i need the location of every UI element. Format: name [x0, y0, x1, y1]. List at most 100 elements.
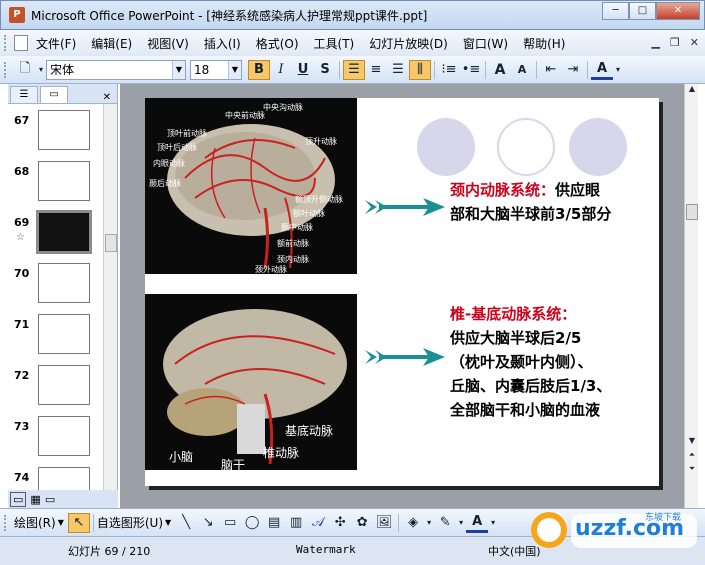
minimize-button[interactable]: ─	[602, 2, 629, 20]
normal-view-icon[interactable]: ▭	[10, 491, 27, 507]
menu-file[interactable]: 文件(F)	[36, 35, 76, 52]
clipart-icon[interactable]: ✿	[351, 513, 373, 533]
wordart-icon[interactable]: 𝒜	[307, 513, 329, 533]
toolbar-grip[interactable]	[4, 514, 8, 531]
slide-thumbnail[interactable]	[38, 416, 90, 456]
menu-edit[interactable]: 编辑(E)	[91, 35, 132, 52]
menu-view[interactable]: 视图(V)	[147, 35, 189, 52]
shrink-font-button[interactable]: A	[511, 60, 533, 80]
slide-thumbnail-row[interactable]: 67	[8, 110, 104, 158]
bold-button[interactable]: B	[248, 59, 270, 80]
brain-image-medial[interactable]: 基底动脉 小脑 椎动脉 脑干	[145, 294, 357, 470]
tab-slides[interactable]: ▭	[40, 86, 68, 103]
bullets-icon[interactable]: •≡	[460, 60, 482, 80]
chevron-down-icon[interactable]: ▾	[456, 513, 466, 533]
font-name-select[interactable]: 宋体 ▼	[46, 59, 186, 80]
main-scroll-thumb[interactable]	[686, 204, 698, 220]
document-icon[interactable]	[14, 35, 28, 51]
line-color-icon[interactable]: ✎	[434, 513, 456, 533]
toolbar-grip[interactable]	[4, 35, 8, 51]
textbox-icon[interactable]: ▤	[263, 513, 285, 533]
slide-thumbnail[interactable]	[38, 161, 90, 201]
new-document-icon[interactable]: 🗋	[14, 60, 36, 80]
line-icon[interactable]: ╲	[175, 513, 197, 533]
diagram-icon[interactable]: ✣	[329, 513, 351, 533]
underline-button[interactable]: U	[292, 60, 314, 80]
slide-thumbnail[interactable]	[38, 365, 90, 405]
align-left-icon[interactable]: ☰	[343, 59, 365, 80]
toolbar-grip[interactable]	[4, 61, 8, 78]
vertebrobasilar-text-line: （枕叶及颞叶内侧）、	[450, 353, 593, 371]
chevron-down-icon[interactable]: ▾	[424, 513, 434, 533]
slide-thumbnail-row[interactable]: 73	[8, 416, 104, 464]
align-right-icon[interactable]: ☰	[387, 60, 409, 80]
maximize-button[interactable]: □	[629, 2, 656, 20]
menu-window[interactable]: 窗口(W)	[463, 35, 508, 52]
close-button[interactable]: ✕	[656, 2, 700, 20]
font-size-select[interactable]: 18 ▼	[190, 59, 242, 80]
chevron-down-icon[interactable]: ▾	[613, 60, 623, 80]
chevron-down-icon[interactable]: ▼	[165, 518, 171, 527]
drawing-font-color-icon[interactable]: A	[466, 513, 489, 533]
shadow-button[interactable]: S	[314, 60, 336, 80]
text-box-carotid[interactable]: 颈内动脉系统：供应眼 部和大脑半球前3/5部分	[450, 178, 650, 226]
chevron-down-icon[interactable]: ▼	[172, 60, 185, 79]
toolbar-options-icon[interactable]: ▾	[36, 60, 46, 80]
slide-thumbnail[interactable]	[38, 467, 90, 490]
slide-thumbnail[interactable]	[38, 110, 90, 150]
picture-icon[interactable]: 🖼	[373, 513, 395, 533]
brain-image-lateral[interactable]: 中央前动脉 顶叶前动脉 中央沟动脉 顶叶后动脉 顶升动脉 内眼动脉 颞后动脉 额顶升侧动脉 额叶…	[145, 98, 357, 274]
previous-slide-icon[interactable]: ⏶	[685, 450, 699, 462]
font-color-button[interactable]: A	[591, 60, 613, 80]
brain-artery-label: 顶升动脉	[305, 137, 337, 146]
doc-close-icon[interactable]: ✕	[690, 36, 699, 49]
vertical-textbox-icon[interactable]: ▥	[285, 513, 307, 533]
slide-thumbnail[interactable]	[38, 263, 90, 303]
doc-restore-icon[interactable]: ❐	[670, 36, 680, 49]
slide-thumbnail-row[interactable]: 74	[8, 467, 104, 490]
menu-tools[interactable]: 工具(T)	[314, 35, 355, 52]
slide-thumbnail-row[interactable]: 68	[8, 161, 104, 209]
current-slide[interactable]: 中央前动脉 顶叶前动脉 中央沟动脉 顶叶后动脉 顶升动脉 内眼动脉 颞后动脉 额顶升侧动脉 额叶…	[145, 98, 659, 486]
chevron-down-icon[interactable]: ▾	[488, 513, 498, 533]
slide-thumbnail-row[interactable]: 72	[8, 365, 104, 413]
grow-font-button[interactable]: A	[489, 60, 511, 80]
menu-format[interactable]: 格式(O)	[256, 35, 299, 52]
distribute-columns-icon[interactable]: ⫼	[409, 59, 431, 80]
menu-insert[interactable]: 插入(I)	[204, 35, 241, 52]
slideshow-view-icon[interactable]: ▭	[45, 493, 55, 506]
slide-thumbnail[interactable]	[38, 314, 90, 354]
arrow-icon[interactable]: ↘	[197, 513, 219, 533]
numbering-icon[interactable]: ⁝≡	[438, 60, 460, 80]
panel-scrollbar[interactable]	[103, 104, 117, 490]
next-slide-icon[interactable]: ⏷	[685, 464, 699, 476]
chevron-down-icon[interactable]: ▼	[228, 60, 241, 79]
autoshapes-button[interactable]: 自选图形(U)	[97, 514, 163, 531]
rectangle-icon[interactable]: ▭	[219, 513, 241, 533]
logo-subtext: 东坡下载	[645, 513, 682, 523]
doc-minimize-icon[interactable]: ▁	[651, 36, 659, 49]
main-scrollbar[interactable]: ▲ ▼ ⏶ ⏷	[684, 84, 698, 508]
fill-color-icon[interactable]: ◈	[402, 513, 424, 533]
select-pointer-icon[interactable]: ↖	[67, 512, 90, 533]
panel-scroll-thumb[interactable]	[105, 234, 117, 252]
oval-icon[interactable]: ◯	[241, 513, 263, 533]
italic-button[interactable]: I	[270, 60, 292, 80]
slide-thumbnail-row[interactable]: 69 ☆	[8, 210, 104, 260]
chevron-down-icon[interactable]: ▼	[58, 518, 64, 527]
slide-thumbnail-row[interactable]: 71	[8, 314, 104, 362]
draw-menu-button[interactable]: 绘图(R)	[14, 514, 56, 531]
menu-slideshow[interactable]: 幻灯片放映(D)	[369, 35, 448, 52]
text-box-vertebrobasilar[interactable]: 椎-基底动脉系统： 供应大脑半球后2/5 （枕叶及颞叶内侧）、 丘脑、内囊后肢后1/…	[450, 302, 655, 422]
scroll-up-icon[interactable]: ▲	[685, 84, 699, 96]
slide-thumbnail[interactable]	[36, 210, 92, 254]
close-icon[interactable]: ✕	[103, 92, 111, 103]
increase-indent-icon[interactable]: ⇥	[562, 60, 584, 80]
tab-outline[interactable]: ☰	[10, 86, 38, 103]
slide-thumbnail-row[interactable]: 70	[8, 263, 104, 311]
decrease-indent-icon[interactable]: ⇤	[540, 60, 562, 80]
menu-help[interactable]: 帮助(H)	[523, 35, 565, 52]
scroll-down-icon[interactable]: ▼	[685, 436, 699, 448]
align-center-icon[interactable]: ≡	[365, 60, 387, 80]
slide-sorter-icon[interactable]: ▦	[30, 493, 40, 506]
